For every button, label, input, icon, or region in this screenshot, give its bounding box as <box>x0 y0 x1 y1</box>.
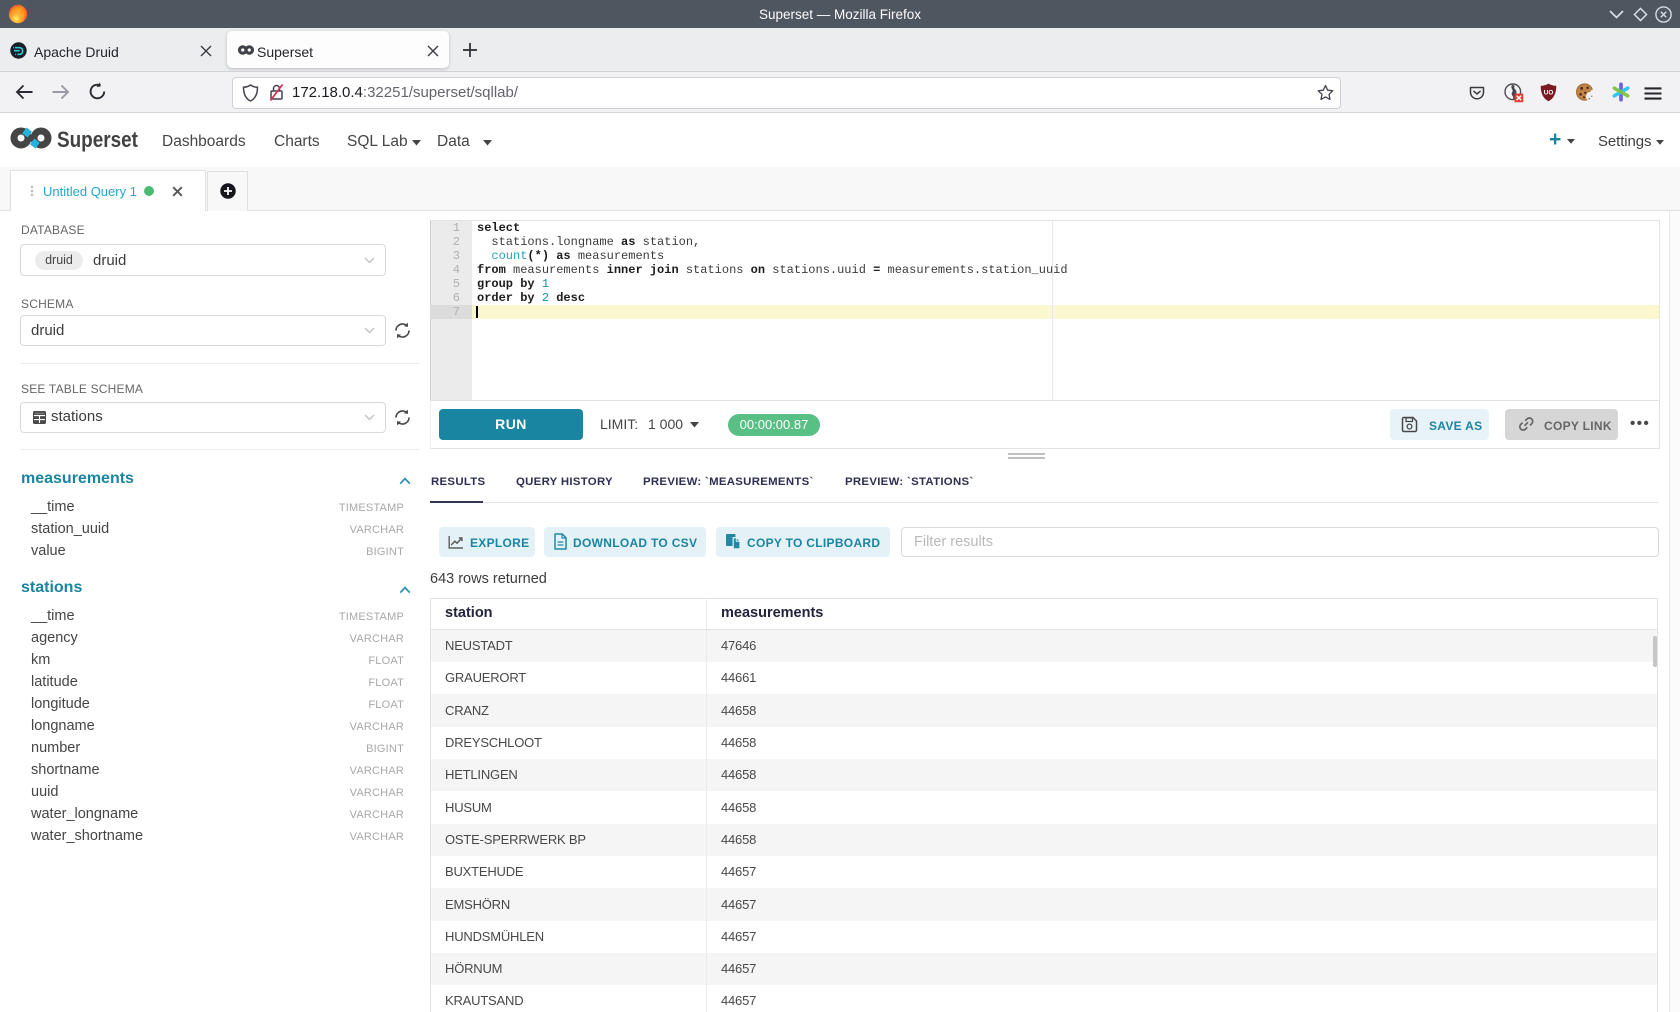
svg-text:UO: UO <box>1544 90 1554 97</box>
